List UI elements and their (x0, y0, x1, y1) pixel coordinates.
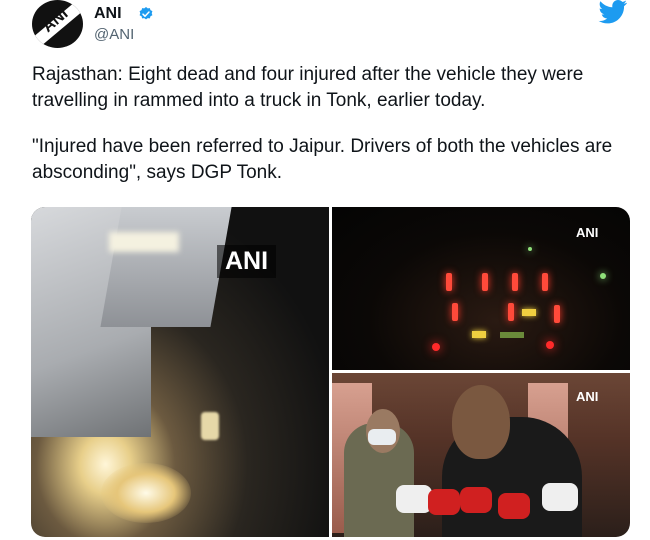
tweet-text: Rajasthan: Eight dead and four injured a… (32, 62, 632, 206)
ani-watermark: ANI (576, 389, 599, 404)
truck-tail-light (452, 303, 458, 321)
accident-vehicle-photo[interactable]: ANI (31, 207, 329, 537)
truck-tail-light (482, 273, 488, 291)
tweet-paragraph-1: Rajasthan: Eight dead and four injured a… (32, 64, 584, 111)
account-name[interactable]: ANI (94, 5, 122, 23)
ani-avatar[interactable]: ANI (32, 0, 83, 48)
microphone-icon (396, 485, 432, 513)
truck-plate (500, 332, 524, 338)
truck-tail-light (512, 273, 518, 291)
photo-light-glint (201, 412, 219, 440)
truck-marker-light (472, 331, 486, 338)
truck-marker-light (522, 309, 536, 316)
microphone-icon (542, 483, 578, 511)
account-handle[interactable]: @ANI (94, 26, 134, 43)
photo-headlight (101, 463, 191, 523)
face-mask (368, 429, 396, 445)
photo-light-glare (109, 232, 179, 252)
ani-watermark: ANI (217, 245, 277, 278)
truck-brake-light (546, 341, 554, 349)
distant-light (528, 247, 532, 251)
media-grid: ANI ANI ANI (31, 207, 630, 537)
truck-tail-light (554, 305, 560, 323)
truck-tail-light (446, 273, 452, 291)
ani-watermark: ANI (576, 225, 599, 240)
verified-badge-icon (139, 7, 153, 20)
truck-tail-light (542, 273, 548, 291)
dgp-press-photo[interactable]: ANI (332, 373, 630, 537)
dgp-head (452, 385, 510, 459)
truck-tail-light (508, 303, 514, 321)
truck-brake-light (432, 343, 440, 351)
microphone-icon (498, 493, 530, 519)
tweet-paragraph-2: "Injured have been referred to Jaipur. D… (32, 136, 613, 183)
distant-light (600, 273, 606, 279)
truck-night-photo[interactable]: ANI (332, 207, 630, 370)
twitter-bird-icon[interactable] (597, 0, 629, 24)
microphone-icon (428, 489, 460, 515)
photo-wreck-roof (100, 207, 232, 327)
tweet-header: ANI ANI @ANI (32, 0, 632, 52)
microphone-icon (460, 487, 492, 513)
